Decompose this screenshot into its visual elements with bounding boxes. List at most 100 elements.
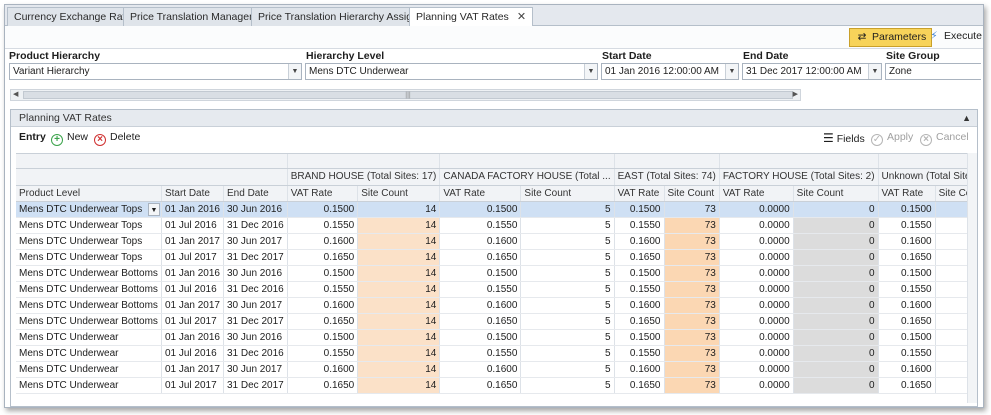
parameters-horizontal-scrollbar[interactable]: ◀ ||| ▶ (10, 89, 801, 101)
end-date-cell[interactable]: 30 Jun 2016 (223, 329, 288, 346)
vat-rate-cell[interactable]: 0.1600 (287, 297, 359, 314)
table-row[interactable]: Mens DTC Underwear 01 Jul 2016 31 Dec 2016… (16, 345, 968, 362)
site-count-cell[interactable]: 73 (664, 377, 720, 394)
site-count-cell[interactable]: 14 (357, 201, 441, 218)
site-count-cell[interactable]: 14 (357, 217, 441, 234)
vat-rate-cell[interactable]: 0.1650 (439, 249, 522, 266)
vat-rate-cell[interactable]: 0.1500 (439, 265, 522, 282)
vat-rate-cell[interactable]: 0.1600 (439, 233, 522, 250)
start-date-cell[interactable]: 01 Jul 2016 (161, 345, 225, 362)
vat-rate-cell[interactable]: 0.1650 (878, 377, 936, 394)
vat-rate-cell[interactable]: 0.1550 (878, 345, 936, 362)
band-header-east[interactable]: EAST (Total Sites: 74) (614, 168, 720, 186)
vat-rate-cell[interactable]: 0.1550 (287, 281, 359, 298)
vat-rate-cell[interactable]: 0.1500 (439, 329, 522, 346)
table-row[interactable]: Mens DTC Underwear Bottoms 01 Jul 2016 31 … (16, 281, 968, 298)
start-date-cell[interactable]: 01 Jan 2016 (161, 201, 225, 218)
site-count-cell[interactable]: 73 (664, 265, 720, 282)
vat-rate-cell[interactable]: 0.1600 (287, 233, 359, 250)
site-count-cell[interactable]: 0 (793, 281, 879, 298)
site-count-cell[interactable]: 5 (520, 265, 615, 282)
vat-rate-cell[interactable]: 0.1500 (439, 201, 522, 218)
product-level-cell[interactable]: Mens DTC Underwear Bottoms (16, 313, 162, 330)
table-row[interactable]: Mens DTC Underwear Tops 01 Jan 2017 30 Jun… (16, 233, 968, 250)
start-date-cell[interactable]: 01 Jul 2016 (161, 217, 225, 234)
site-count-cell[interactable]: 5 (520, 361, 615, 378)
site-count-cell[interactable]: 0 (793, 249, 879, 266)
end-date-cell[interactable]: 30 Jun 2016 (223, 201, 288, 218)
vat-rate-cell[interactable]: 0.0000 (719, 361, 794, 378)
vat-rate-cell[interactable]: 0.1650 (614, 313, 665, 330)
vat-rate-cell[interactable]: 0.1500 (287, 329, 359, 346)
product-hierarchy-select[interactable]: Variant Hierarchy ▼ (9, 63, 302, 80)
site-count-cell[interactable]: 14 (357, 345, 441, 362)
vat-rate-cell[interactable]: 0.1550 (439, 281, 522, 298)
site-count-cell[interactable]: 14 (357, 281, 441, 298)
vat-rate-cell[interactable]: 0.1600 (614, 361, 665, 378)
site-group-select[interactable]: Zone (885, 63, 981, 80)
table-row[interactable]: Mens DTC Underwear Bottoms 01 Jul 2017 31 … (16, 313, 968, 330)
site-count-cell[interactable]: 73 (664, 313, 720, 330)
execute-button[interactable]: ⚡ Execute (922, 28, 987, 47)
col-header-vat-rate[interactable]: VAT Rate (439, 185, 522, 202)
site-count-cell[interactable]: 14 (357, 329, 441, 346)
site-count-cell[interactable]: 73 (664, 281, 720, 298)
chevron-down-icon[interactable]: ▼ (725, 64, 738, 79)
cancel-button[interactable]: × Cancel (920, 131, 969, 146)
close-icon[interactable]: ✕ (517, 8, 526, 26)
start-date-cell[interactable]: 01 Jul 2017 (161, 249, 225, 266)
end-date-cell[interactable]: 30 Jun 2017 (223, 297, 288, 314)
site-count-cell[interactable]: 13 (935, 345, 968, 362)
end-date-cell[interactable]: 31 Dec 2017 (223, 313, 288, 330)
site-count-cell[interactable]: 0 (793, 201, 879, 218)
start-date-picker[interactable]: 01 Jan 2016 12:00:00 AM ▼ (601, 63, 739, 80)
start-date-cell[interactable]: 01 Jan 2016 (161, 329, 225, 346)
chevron-down-icon[interactable]: ▼ (868, 64, 881, 79)
site-count-cell[interactable]: 14 (357, 313, 441, 330)
site-count-cell[interactable]: 5 (520, 233, 615, 250)
product-level-cell[interactable]: Mens DTC Underwear Bottoms (16, 265, 162, 282)
site-count-cell[interactable]: 0 (793, 329, 879, 346)
vat-rate-cell[interactable]: 0.0000 (719, 313, 794, 330)
vat-rate-cell[interactable]: 0.1600 (878, 297, 936, 314)
vat-rate-cell[interactable]: 0.1550 (878, 281, 936, 298)
end-date-cell[interactable]: 30 Jun 2016 (223, 265, 288, 282)
table-row[interactable]: Mens DTC Underwear Bottoms 01 Jan 2017 30 … (16, 297, 968, 314)
vat-rate-cell[interactable]: 0.0000 (719, 345, 794, 362)
site-count-cell[interactable]: 73 (664, 233, 720, 250)
end-date-cell[interactable]: 31 Dec 2017 (223, 377, 288, 394)
site-count-cell[interactable]: 13 (935, 281, 968, 298)
site-count-cell[interactable]: 5 (520, 201, 615, 218)
site-count-cell[interactable]: 14 (357, 361, 441, 378)
vat-rate-cell[interactable]: 0.1600 (439, 361, 522, 378)
site-count-cell[interactable]: 0 (793, 233, 879, 250)
site-count-cell[interactable]: 5 (520, 217, 615, 234)
collapse-icon[interactable]: ▲ (962, 110, 971, 126)
col-header-site-count[interactable]: Site Count (664, 185, 720, 202)
site-count-cell[interactable]: 13 (935, 233, 968, 250)
site-count-cell[interactable]: 13 (935, 265, 968, 282)
site-count-cell[interactable]: 14 (357, 377, 441, 394)
product-level-cell[interactable]: Mens DTC Underwear Bottoms (16, 281, 162, 298)
vat-rate-cell[interactable]: 0.1550 (878, 217, 936, 234)
product-level-cell[interactable]: Mens DTC Underwear (16, 329, 162, 346)
vat-rate-cell[interactable]: 0.1500 (287, 201, 359, 218)
vat-rate-cell[interactable]: 0.0000 (719, 217, 794, 234)
band-header-factory-house[interactable]: FACTORY HOUSE (Total Sites: 2) (719, 168, 879, 186)
product-level-cell[interactable]: Mens DTC Underwear Tops ▼ (16, 201, 162, 218)
site-count-cell[interactable]: 73 (664, 297, 720, 314)
vat-rate-cell[interactable]: 0.1600 (878, 233, 936, 250)
col-header-site-count[interactable]: Site Count (793, 185, 879, 202)
scrollbar-thumb[interactable]: ||| (23, 91, 793, 99)
table-row[interactable]: Mens DTC Underwear Tops ▼ 01 Jan 2016 30 Ju… (16, 201, 968, 218)
vat-rate-cell[interactable]: 0.1500 (614, 265, 665, 282)
col-header-vat-rate[interactable]: VAT Rate (287, 185, 359, 202)
site-count-cell[interactable]: 73 (664, 345, 720, 362)
table-row[interactable]: Mens DTC Underwear 01 Jul 2017 31 Dec 2017… (16, 377, 968, 394)
vat-rate-cell[interactable]: 0.0000 (719, 201, 794, 218)
product-level-cell[interactable]: Mens DTC Underwear Tops (16, 217, 162, 234)
site-count-cell[interactable]: 13 (935, 217, 968, 234)
site-count-cell[interactable]: 5 (520, 297, 615, 314)
apply-button[interactable]: ✓ Apply (871, 131, 913, 146)
site-count-cell[interactable]: 14 (357, 265, 441, 282)
